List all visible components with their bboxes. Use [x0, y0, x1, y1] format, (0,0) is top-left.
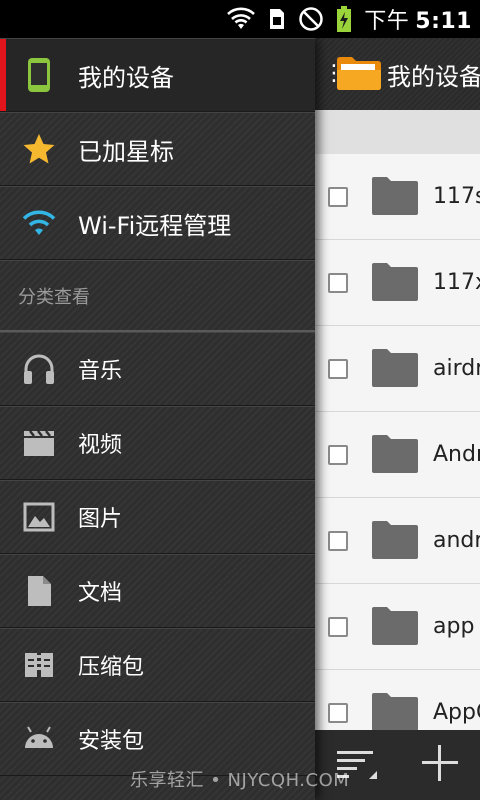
drawer-item-label: 已加星标: [78, 137, 174, 166]
file-checkbox[interactable]: [328, 444, 348, 465]
overflow-dots-icon[interactable]: ⋮: [323, 63, 345, 85]
archive-icon: [0, 650, 78, 680]
file-checkbox[interactable]: [328, 358, 348, 379]
file-panel: ⋮ 我的设备 117s 117x airdr Andr andr app AppC: [315, 38, 480, 800]
folder-icon: [371, 261, 419, 305]
file-checkbox[interactable]: [328, 530, 348, 551]
star-icon: [0, 133, 78, 165]
file-row[interactable]: airdr: [315, 326, 480, 412]
headphones-icon: [0, 353, 78, 385]
wifi-icon: [226, 4, 256, 34]
drawer-item-documents[interactable]: 文档: [0, 554, 315, 628]
drawer-item-label: Wi-Fi远程管理: [78, 211, 232, 240]
folder-icon: [371, 347, 419, 391]
status-clock: 5:11: [415, 9, 472, 34]
drawer-item-label: 视频: [78, 433, 123, 458]
sim-icon: [268, 4, 286, 34]
file-checkbox[interactable]: [328, 272, 348, 293]
file-row[interactable]: app: [315, 584, 480, 670]
file-checkbox[interactable]: [328, 186, 348, 207]
folder-icon: [371, 605, 419, 649]
file-name: Andr: [433, 442, 480, 467]
section-header-categories: 分类查看: [0, 260, 315, 332]
add-icon[interactable]: [420, 743, 460, 787]
battery-charging-icon: [336, 4, 352, 34]
file-panel-header: ⋮ 我的设备: [315, 38, 480, 110]
file-name: andr: [433, 528, 480, 553]
folder-icon: [371, 175, 419, 219]
status-ampm: 下午: [364, 9, 410, 34]
drawer-item-music[interactable]: 音乐: [0, 332, 315, 406]
file-row[interactable]: 117x: [315, 240, 480, 326]
drawer-item-label: 音乐: [78, 359, 123, 384]
file-list: 117s 117x airdr Andr andr app AppC: [315, 154, 480, 756]
drawer-item-wifi-remote[interactable]: Wi-Fi远程管理: [0, 186, 315, 260]
drawer-item-label: 我的设备: [78, 63, 174, 92]
file-name: AppC: [433, 700, 480, 725]
file-row[interactable]: 117s: [315, 154, 480, 240]
drawer-item-label: 图片: [78, 507, 123, 532]
folder-icon: [371, 433, 419, 477]
navigation-drawer: 我的设备 已加星标 Wi-Fi远程管理 分类查看 音乐 视频 图片 文档 压缩包…: [0, 38, 315, 800]
drawer-item-my-device[interactable]: 我的设备: [0, 38, 315, 112]
file-checkbox[interactable]: [328, 616, 348, 637]
status-time: 下午 5:11: [364, 3, 472, 35]
drawer-item-label: 文档: [78, 581, 123, 606]
android-icon: [0, 726, 78, 752]
file-name: app: [433, 614, 475, 639]
drawer-item-starred[interactable]: 已加星标: [0, 112, 315, 186]
folder-icon: [371, 691, 419, 735]
video-icon: [0, 428, 78, 458]
folder-icon: [371, 519, 419, 563]
drawer-item-label: 压缩包: [78, 655, 145, 680]
file-name: 117s: [433, 184, 480, 209]
drawer-item-images[interactable]: 图片: [0, 480, 315, 554]
wifi-remote-icon: [0, 209, 78, 237]
path-bar: [315, 110, 480, 154]
file-name: 117x: [433, 270, 480, 295]
image-icon: [0, 502, 78, 532]
watermark-text: 乐享轻汇 • NJYCQH.COM: [130, 770, 350, 791]
drawer-item-apks[interactable]: 安装包: [0, 702, 315, 776]
document-icon: [0, 574, 78, 608]
drawer-item-video[interactable]: 视频: [0, 406, 315, 480]
file-row[interactable]: Andr: [315, 412, 480, 498]
status-bar: 下午 5:11: [0, 0, 480, 38]
device-icon: [0, 57, 78, 93]
drawer-item-label: 安装包: [78, 729, 145, 754]
folder-header-icon: [335, 52, 383, 96]
file-row[interactable]: andr: [315, 498, 480, 584]
file-checkbox[interactable]: [328, 702, 348, 723]
file-panel-title: 我的设备: [387, 62, 480, 91]
drawer-item-archives[interactable]: 压缩包: [0, 628, 315, 702]
file-name: airdr: [433, 356, 480, 381]
no-disturb-icon: [298, 4, 324, 34]
